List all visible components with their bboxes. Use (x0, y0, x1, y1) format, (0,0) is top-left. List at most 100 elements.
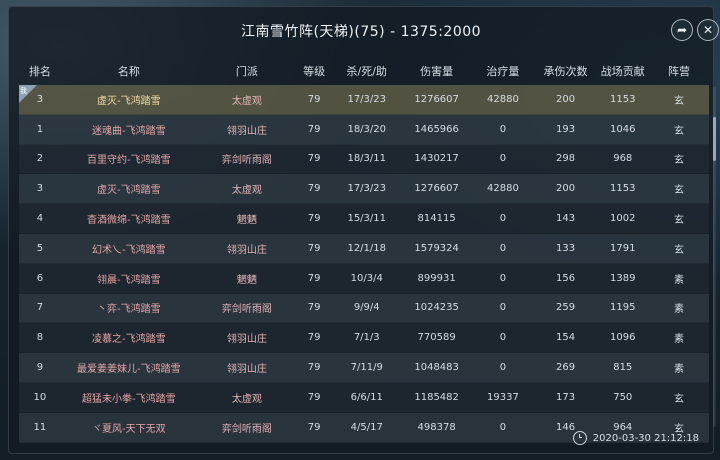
cell-damage: 1276607 (414, 93, 459, 105)
cell-school: 弈剑听雨阁 (221, 423, 272, 435)
col-rank: 排名 (28, 65, 51, 78)
cell-contribution: 1195 (610, 302, 636, 314)
col-damage: 伤害量 (420, 65, 454, 78)
cell-name: 最爱姜姜妹儿-飞鸿踏雪 (77, 364, 181, 376)
cell-hits: 173 (556, 391, 576, 403)
cell-contribution: 968 (613, 153, 633, 165)
self-badge-label: 我 (20, 87, 27, 95)
cell-heal: 0 (499, 272, 507, 284)
cell-damage: 1048483 (414, 362, 459, 374)
cell-level: 79 (307, 332, 321, 344)
cell-level: 79 (307, 391, 321, 403)
table-row[interactable]: 8 凌慕之-飞鸿踏雪 翎羽山庄 79 7/1/3 770589 0 154 1096 素 (19, 323, 709, 354)
cell-rank: 8 (36, 332, 44, 344)
table-row[interactable]: 5 幻术乀-飞鸿踏雪 翎羽山庄 79 12/1/18 1579324 0 133 1791 玄 (19, 233, 709, 264)
cell-damage: 1579324 (414, 242, 459, 254)
cell-contribution: 1791 (610, 242, 636, 254)
cell-damage: 1430217 (414, 153, 459, 165)
cell-kda: 6/6/11 (350, 391, 383, 403)
col-name: 名称 (117, 65, 140, 78)
cell-rank: 2 (36, 153, 44, 165)
cell-kda: 15/3/11 (347, 213, 387, 225)
cell-kda: 18/3/11 (347, 153, 387, 165)
cell-rank: 9 (36, 362, 44, 374)
cell-hits: 156 (556, 272, 576, 284)
cell-hits: 298 (556, 153, 576, 165)
table-row[interactable]: 7 丶弈-飞鸿踏雪 弈剑听雨阁 79 9/9/4 1024235 0 259 1195 素 (19, 293, 709, 324)
self-row[interactable]: 我 3 虚灭-飞鸿踏雪 太虚观 79 17/3/23 1276607 42880… (19, 85, 709, 115)
cell-rank: 3 (36, 183, 44, 195)
cell-level: 79 (307, 242, 321, 254)
cell-rank: 10 (33, 391, 47, 403)
cell-hits: 200 (556, 183, 576, 195)
cell-camp: 玄 (674, 125, 685, 137)
cell-name: 虚灭-飞鸿踏雪 (97, 185, 161, 197)
cell-kda: 4/5/17 (350, 421, 383, 433)
cell-camp: 玄 (674, 185, 685, 197)
cell-rank: 4 (36, 213, 44, 225)
cell-level: 79 (307, 272, 321, 284)
cell-hits: 200 (556, 93, 576, 105)
cell-name: 丶弈-飞鸿踏雪 (97, 304, 161, 316)
table-row[interactable]: 6 翎晨-飞鸿踏雪 魍魉 79 10/3/4 899931 0 156 1389 素 (19, 263, 709, 294)
cell-school: 弈剑听雨阁 (221, 155, 272, 167)
cell-name: 凌慕之-飞鸿踏雪 (92, 334, 166, 346)
cell-camp: 玄 (674, 215, 685, 227)
cell-hits: 154 (556, 332, 576, 344)
cell-camp: 素 (674, 364, 685, 376)
share-arrow-icon: ➦ (676, 23, 688, 37)
cell-name: 百里守约-飞鸿踏雪 (87, 155, 171, 167)
cell-level: 79 (307, 183, 321, 195)
cell-contribution: 1153 (610, 183, 636, 195)
col-school: 门派 (235, 65, 258, 78)
table-row[interactable]: 3 虚灭-飞鸿踏雪 太虚观 79 17/3/23 1276607 42880 200 1153 玄 (19, 174, 709, 205)
cell-hits: 143 (556, 213, 576, 225)
timestamp: 2020-03-30 21:12:18 (592, 432, 699, 444)
cell-level: 79 (307, 153, 321, 165)
col-hits: 承伤次数 (543, 65, 588, 78)
cell-school: 魍魉 (236, 215, 257, 227)
clock-icon (572, 431, 587, 445)
cell-school: 魍魉 (236, 274, 257, 286)
scrollbar-thumb[interactable] (713, 117, 716, 161)
close-button[interactable]: ✕ (697, 19, 719, 41)
col-heal: 治疗量 (486, 65, 520, 78)
cell-school: 太虚观 (231, 95, 262, 107)
cell-level: 79 (307, 421, 321, 433)
scrollbar[interactable] (713, 87, 716, 427)
cell-damage: 498378 (417, 421, 456, 433)
cell-name: 翎晨-飞鸿踏雪 (97, 274, 161, 286)
col-camp: 阵营 (668, 65, 691, 78)
cell-contribution: 1096 (610, 332, 636, 344)
cell-contribution: 1389 (610, 272, 636, 284)
cell-rank: 11 (33, 421, 47, 433)
score-table: 我 3 虚灭-飞鸿踏雪 太虚观 79 17/3/23 1276607 42880… (19, 85, 709, 443)
cell-school: 翎羽山庄 (226, 364, 267, 376)
cell-hits: 259 (556, 302, 576, 314)
table-row[interactable]: 4 杳酒微绵-飞鸿踏雪 魍魉 79 15/3/11 814115 0 143 1002 玄 (19, 204, 709, 234)
cell-heal: 0 (499, 123, 507, 135)
cell-camp: 玄 (674, 393, 685, 405)
cell-kda: 9/9/4 (353, 302, 380, 314)
table-row[interactable]: 10 超猛未小拳-飞鸿踏雪 太虚观 79 6/6/11 1185482 19337 173 75… (19, 382, 709, 413)
cell-contribution: 815 (613, 362, 633, 374)
cell-kda: 10/3/4 (350, 272, 383, 284)
cell-kda: 7/1/3 (353, 332, 380, 344)
cell-school: 弈剑听雨阁 (221, 304, 272, 316)
cell-rank: 5 (36, 242, 44, 254)
table-row[interactable]: 9 最爱姜姜妹儿-飞鸿踏雪 翎羽山庄 79 7/11/9 1048483 0 269 815 素 (19, 353, 709, 383)
table-row[interactable]: 2 百里守约-飞鸿踏雪 弈剑听雨阁 79 18/3/11 1430217 0 298 968 玄 (19, 144, 709, 175)
cell-damage: 1465966 (414, 123, 459, 135)
col-contribution: 战场贡献 (600, 65, 645, 78)
table-row[interactable]: 1 迷魂曲-飞鸿踏雪 翎羽山庄 79 18/3/20 1465966 0 193 1046 玄 (19, 114, 709, 145)
footer: 2020-03-30 21:12:18 (572, 431, 699, 445)
cell-damage: 1276607 (414, 183, 459, 195)
cell-name: 幻术乀-飞鸿踏雪 (92, 244, 166, 256)
cell-level: 79 (307, 213, 321, 225)
cell-camp: 玄 (674, 155, 685, 167)
cell-school: 翎羽山庄 (226, 125, 267, 137)
cell-level: 79 (307, 362, 321, 374)
cell-contribution: 1153 (610, 93, 636, 105)
cell-rank: 1 (36, 123, 44, 135)
share-button[interactable]: ➦ (671, 19, 693, 41)
